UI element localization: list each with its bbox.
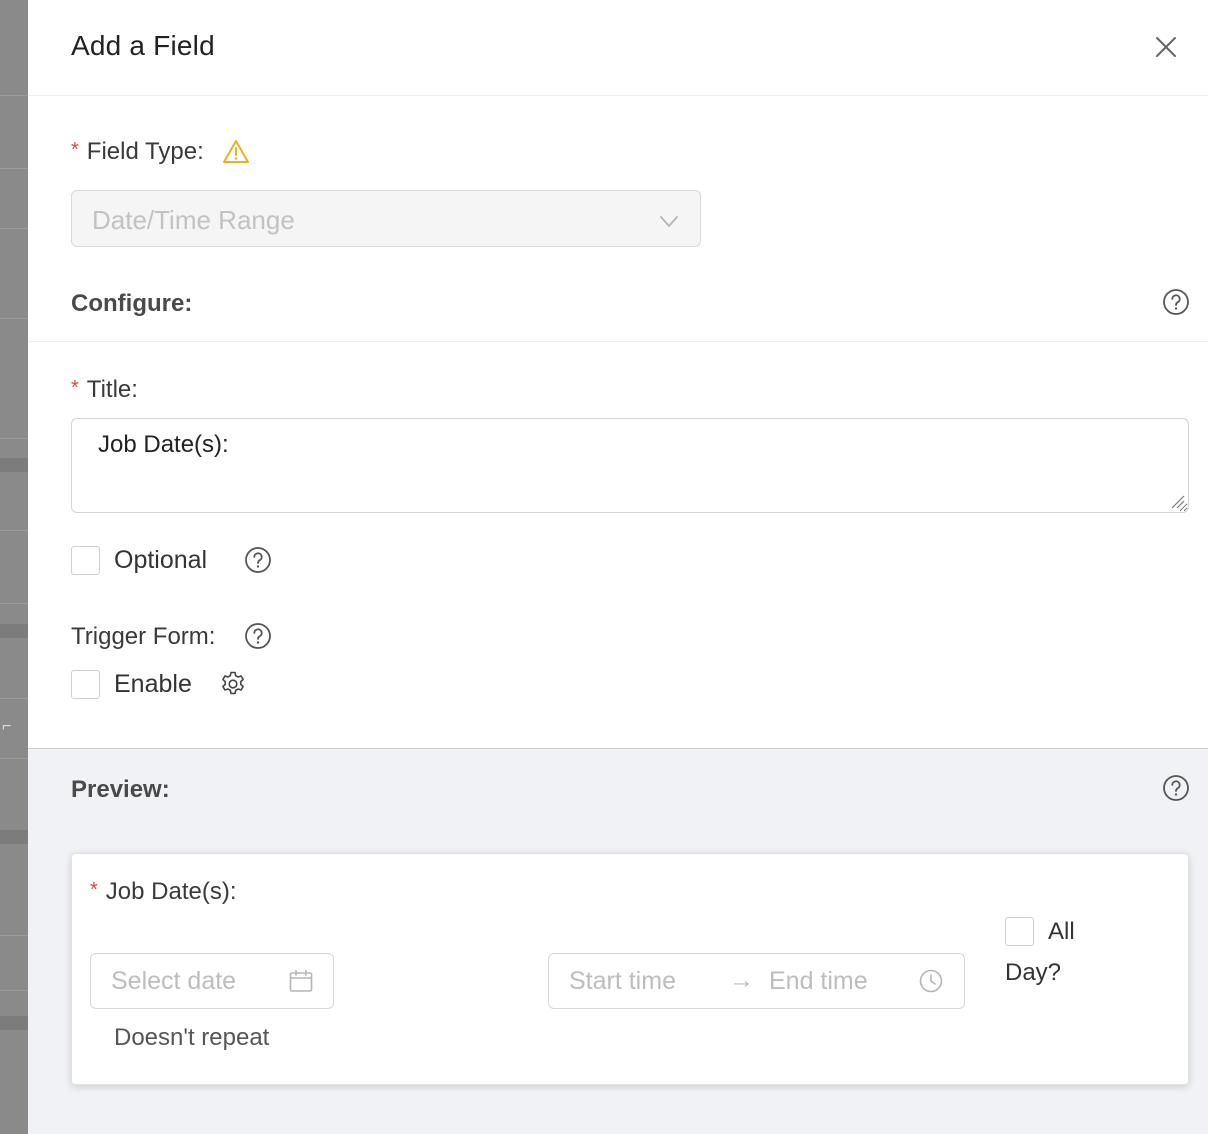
background-band	[0, 458, 28, 472]
field-type-select[interactable]: Date/Time Range	[71, 190, 701, 247]
background-divider	[0, 990, 28, 991]
range-arrow-icon: →	[729, 966, 754, 994]
select-date-placeholder: Select date	[111, 967, 237, 995]
gear-icon[interactable]	[219, 670, 247, 698]
all-day-checkbox[interactable]	[1005, 917, 1034, 946]
enable-trigger-form-checkbox[interactable]	[71, 670, 100, 699]
clock-icon	[919, 969, 943, 993]
close-icon[interactable]	[1152, 33, 1180, 61]
add-field-drawer: Add a Field * Field Type: Date/Time Rang…	[28, 0, 1208, 1134]
preview-field-label-row: * Job Date(s):	[90, 878, 237, 906]
drawer-header: Add a Field	[28, 0, 1208, 96]
background-band	[0, 624, 28, 638]
optional-label[interactable]: Optional	[114, 546, 207, 575]
background-divider	[0, 168, 28, 169]
trigger-form-label-row: Trigger Form:	[71, 623, 215, 651]
preview-field-label: Job Date(s):	[105, 878, 237, 905]
time-range-input[interactable]: Start time → End time	[548, 953, 965, 1009]
select-date-input[interactable]: Select date	[90, 953, 334, 1009]
all-day-label-line2[interactable]: Day?	[1005, 959, 1061, 987]
end-time-placeholder[interactable]: End time	[769, 967, 868, 996]
enable-label[interactable]: Enable	[114, 670, 192, 699]
background-divider	[0, 228, 28, 229]
background-divider	[0, 603, 28, 604]
title-label: Title:	[86, 376, 138, 403]
background-divider	[0, 318, 28, 319]
help-icon[interactable]	[1162, 774, 1190, 802]
optional-checkbox[interactable]	[71, 546, 100, 575]
field-type-selected-value: Date/Time Range	[92, 205, 295, 235]
configure-section-title: Configure:	[71, 290, 193, 317]
background-divider	[0, 530, 28, 531]
calendar-icon	[289, 969, 313, 992]
background-arrow-icon: ⌐	[2, 718, 12, 735]
section-divider	[28, 341, 1208, 342]
warning-icon[interactable]	[222, 138, 250, 166]
preview-card: * Job Date(s): Select date Doesn't repea…	[71, 853, 1189, 1085]
background-divider	[0, 935, 28, 936]
required-mark: *	[71, 138, 79, 161]
background-divider	[0, 95, 28, 96]
background-band	[0, 830, 28, 844]
title-textarea[interactable]: Job Date(s):	[71, 418, 1189, 513]
chevron-down-icon	[660, 216, 678, 227]
background-divider	[0, 758, 28, 759]
help-icon[interactable]	[1162, 288, 1190, 316]
background-divider	[0, 698, 28, 699]
drawer-title: Add a Field	[71, 30, 215, 61]
field-type-label: Field Type:	[86, 138, 204, 165]
field-type-label-row: * Field Type:	[71, 138, 250, 166]
required-mark: *	[90, 878, 98, 901]
background-band	[0, 1016, 28, 1030]
title-label-row: * Title:	[71, 376, 138, 404]
all-day-label-line1[interactable]: All	[1048, 918, 1075, 946]
preview-section-title: Preview:	[71, 776, 170, 803]
background-page-overlay[interactable]: ⌐	[0, 0, 28, 1134]
trigger-form-label: Trigger Form:	[71, 623, 216, 650]
start-time-placeholder[interactable]: Start time	[569, 967, 676, 996]
required-mark: *	[71, 376, 79, 399]
preview-section: Preview: * Job Date(s): Select date Does…	[28, 748, 1208, 1134]
help-icon[interactable]	[244, 546, 272, 574]
background-divider	[0, 438, 28, 439]
help-icon[interactable]	[244, 622, 272, 650]
repeat-text[interactable]: Doesn't repeat	[114, 1024, 269, 1052]
